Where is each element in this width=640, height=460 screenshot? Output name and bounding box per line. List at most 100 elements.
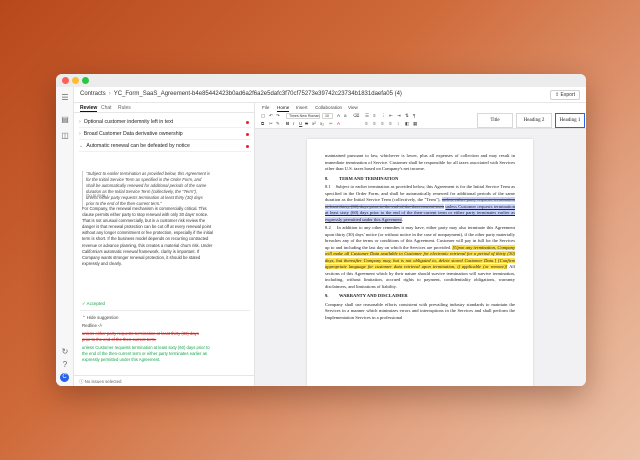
indent-icon[interactable]: ⇥ <box>397 113 401 119</box>
menu-file[interactable]: File <box>262 105 269 110</box>
breadcrumb-separator-icon: › <box>108 91 111 97</box>
font-family-select[interactable]: Times New Roman <box>286 113 320 119</box>
section-number: 8.1 <box>325 184 331 189</box>
paste-icon[interactable]: ▢ <box>261 113 265 119</box>
heading-warranty: 9. WARRANTY AND DISCLAIMER <box>325 293 515 300</box>
menu-icon[interactable]: ☰ <box>60 93 70 103</box>
redline-toggle[interactable]: Redline ‹/› <box>82 323 102 328</box>
redo-icon[interactable]: ↷ <box>276 113 280 119</box>
menu-insert[interactable]: Insert <box>296 105 308 110</box>
paragraph-intro: maintained pursuant to law, whichever is… <box>325 153 515 171</box>
hide-suggestion-label: Hide suggestion <box>86 315 119 320</box>
help-icon[interactable]: ? <box>60 360 70 370</box>
paragraph-8-1: 8.1 Subject to earlier termination as pr… <box>325 184 516 222</box>
heading-number: 8. <box>325 175 329 181</box>
chevron-right-icon: › <box>79 131 81 137</box>
book-icon[interactable]: ◫ <box>60 131 70 141</box>
bold-icon[interactable]: B <box>286 121 289 126</box>
font-shrink-icon[interactable]: a <box>344 113 347 118</box>
alert-dot-icon <box>246 133 249 136</box>
align-left-icon[interactable]: ≡ <box>365 121 368 126</box>
document-page[interactable]: maintained pursuant to law, whichever is… <box>307 139 533 386</box>
redline-deleted-text: unless either party requests termination… <box>82 331 199 342</box>
paragraph-9: Company shall use reasonable efforts con… <box>325 301 515 320</box>
issue-label: Automatic renewal can be defeated by not… <box>86 143 190 149</box>
highlight-icon[interactable]: ✏ <box>329 121 333 127</box>
menu-bar: File Home Insert Collaboration View <box>255 103 586 112</box>
breadcrumb-document: YC_Form_SaaS_Agreement-b4e85442423b0ad6a… <box>113 91 402 97</box>
tab-review[interactable]: Review <box>80 105 98 112</box>
app-window: ☰ ▤ ◫ ↻ ? C Contracts › YC_Form_SaaS_Agree… <box>56 74 586 386</box>
line-spacing-icon[interactable]: ↕ <box>397 121 399 126</box>
hide-suggestion-button[interactable]: ⌃ Hide suggestion <box>82 315 118 321</box>
panel-footer: ⓘ No issues selected <box>74 375 254 386</box>
superscript-icon[interactable]: x² <box>312 121 316 126</box>
issue-item-auto-renewal[interactable]: ⌄ Automatic renewal can be defeated by no… <box>79 141 251 152</box>
font-grow-icon[interactable]: A <box>337 113 340 118</box>
tab-chat[interactable]: Chat <box>101 105 112 111</box>
multilevel-list-icon[interactable]: ⋮ <box>381 113 386 119</box>
divider <box>80 310 250 311</box>
close-window-button[interactable] <box>62 77 69 84</box>
export-label: Export <box>560 92 575 98</box>
heading-text: WARRANTY AND DISCLAIMER <box>339 293 408 298</box>
heading-number: 9. <box>325 293 329 298</box>
shading-icon[interactable]: ◧ <box>405 121 409 127</box>
issue-label: Optional customer indemnity left in text <box>83 119 174 125</box>
tab-rules[interactable]: Rules <box>118 105 131 111</box>
font-size-select[interactable]: 10 <box>322 113 333 119</box>
minimize-window-button[interactable] <box>72 77 79 84</box>
go-to-item-link[interactable]: Go to item › <box>86 193 108 198</box>
issue-item-customer-data[interactable]: › Broad Customer Data derivative ownershi… <box>79 129 251 140</box>
format-painter-icon[interactable]: ✎ <box>276 121 280 127</box>
footer-status: No issues selected <box>84 379 122 384</box>
underline-icon[interactable]: U <box>299 121 302 126</box>
review-panel: Review Chat Rules › Optional customer ind… <box>74 103 255 386</box>
style-heading-2[interactable]: Heading 2 <box>516 113 552 128</box>
avatar[interactable]: C <box>60 373 69 382</box>
style-title[interactable]: Title <box>477 113 513 128</box>
subscript-icon[interactable]: x₂ <box>320 121 324 126</box>
history-icon[interactable]: ↻ <box>60 347 70 357</box>
heading-text: TERM AND TERMINATION <box>339 175 399 181</box>
style-heading-1[interactable]: Heading 1 <box>555 113 585 128</box>
formatting-toolbar: ▢ ↶ ↷ ⧉ ✂ ✎ Times New Roman 10 A a ⌫ B I… <box>255 112 586 129</box>
issue-label: Broad Customer Data derivative ownership <box>83 131 183 137</box>
align-center-icon[interactable]: ≡ <box>373 121 376 126</box>
justify-icon[interactable]: ≡ <box>389 121 392 126</box>
document-editor: File Home Insert Collaboration View ▢ ↶ … <box>255 103 586 386</box>
borders-icon[interactable]: ▦ <box>413 121 417 127</box>
clear-format-icon[interactable]: ⌫ <box>353 113 360 119</box>
title-bar <box>56 74 586 87</box>
paragraph-8-2: 8.2 In addition to any other remedies it… <box>325 225 516 290</box>
menu-view[interactable]: View <box>348 105 358 110</box>
document-icon[interactable]: ▤ <box>60 115 70 125</box>
undo-icon[interactable]: ↶ <box>269 113 273 119</box>
cut-icon[interactable]: ✂ <box>269 121 273 127</box>
heading-term-termination: 8. TERM AND TERMINATION <box>325 176 515 183</box>
bullet-list-icon[interactable]: ☰ <box>365 113 369 119</box>
numbered-list-icon[interactable]: ≡ <box>373 113 376 118</box>
menu-collaboration[interactable]: Collaboration <box>315 105 342 110</box>
alert-dot-icon <box>246 145 249 148</box>
alert-dot-icon <box>246 121 249 124</box>
chevron-down-icon: ⌄ <box>79 143 84 149</box>
outdent-icon[interactable]: ⇤ <box>389 113 393 119</box>
sort-icon[interactable]: ⇅ <box>405 113 409 119</box>
export-button[interactable]: ⇪ Export <box>549 90 580 100</box>
issue-explanation: For Company, the renewal mechanism is co… <box>82 206 214 266</box>
breadcrumb-contracts[interactable]: Contracts <box>80 91 106 97</box>
strikethrough-icon[interactable]: S <box>305 121 308 126</box>
align-right-icon[interactable]: ≡ <box>381 121 384 126</box>
maximize-window-button[interactable] <box>82 77 89 84</box>
left-rail: ☰ ▤ ◫ ↻ ? C <box>56 87 74 386</box>
font-color-icon[interactable]: A <box>337 121 340 126</box>
top-bar: Contracts › YC_Form_SaaS_Agreement-b4e8544… <box>74 87 586 103</box>
issue-item-indemnity[interactable]: › Optional customer indemnity left in tex… <box>79 117 251 128</box>
copy-icon[interactable]: ⧉ <box>261 121 264 126</box>
italic-icon[interactable]: I <box>293 121 294 126</box>
document-body[interactable]: maintained pursuant to law, whichever is… <box>325 153 516 323</box>
panel-tabs: Review Chat Rules <box>74 103 254 113</box>
paragraph-mark-icon[interactable]: ¶ <box>413 113 415 118</box>
menu-home[interactable]: Home <box>277 105 290 112</box>
